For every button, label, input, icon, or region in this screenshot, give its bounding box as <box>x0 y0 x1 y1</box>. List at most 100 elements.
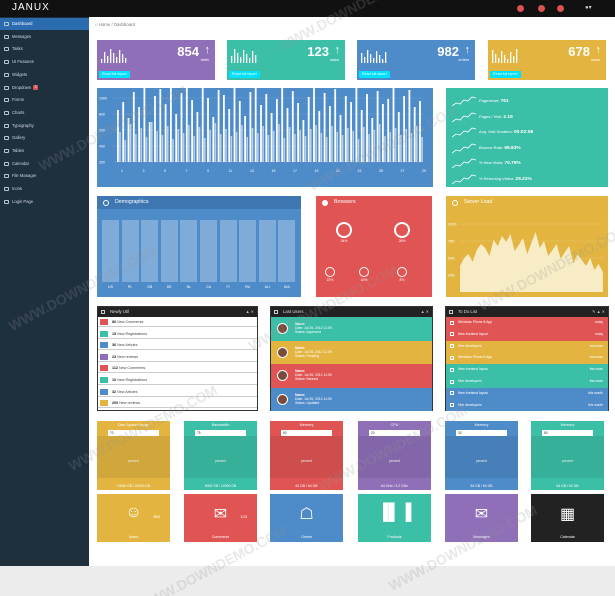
tile-products[interactable]: ▐▌▐ Products <box>358 494 431 542</box>
tile-users[interactable]: ☺ 854 Users <box>97 494 170 542</box>
sparkline-bar <box>255 55 257 63</box>
browser-percent: 16% <box>360 278 368 282</box>
sidebar-item-icons[interactable]: Icons <box>0 183 89 195</box>
checkbox[interactable] <box>450 391 454 396</box>
user-row[interactable]: Name: Date: Jul 25, 2012 11:09 Status: App… <box>271 317 432 341</box>
sidebar-item-widgets[interactable]: Widgets <box>0 69 89 81</box>
checkbox[interactable] <box>450 332 454 337</box>
todo-item[interactable]: New frontend layout this month <box>446 387 608 400</box>
x-tick-label: 15 <box>272 169 276 173</box>
checkbox[interactable] <box>450 344 454 349</box>
sidebar-item-dashboard[interactable]: Dashboard <box>0 18 89 30</box>
user-status: Status: Updated <box>295 400 320 405</box>
sidebar-item-gallery[interactable]: Gallery <box>0 132 89 144</box>
tile-calendar[interactable]: ▦ Calendar <box>531 494 604 542</box>
user-row[interactable]: Name: Date: Jul 25, 2012 11:09 Status: Ban… <box>271 364 432 388</box>
breadcrumb-home[interactable]: Home <box>99 22 110 27</box>
demographics-label: GB <box>147 285 153 289</box>
demographics-label: N/A <box>283 285 290 289</box>
todo-item[interactable]: New frontend layout this week <box>446 364 608 376</box>
brand-logo[interactable]: JANUX <box>12 2 50 13</box>
checkbox[interactable] <box>450 355 454 360</box>
list-item[interactable]: 10 New Registrations <box>98 375 257 385</box>
sidebar-item-tables[interactable]: Tables <box>0 145 89 157</box>
todo-item[interactable]: Hire developers this week <box>446 376 608 388</box>
visitors-bar <box>209 130 211 162</box>
visits-bar <box>339 115 342 162</box>
gauge-input[interactable]: 75 <box>195 430 246 436</box>
read-report-link[interactable]: Read full report <box>359 71 390 78</box>
gauge-input[interactable]: 60 <box>281 430 332 436</box>
visitors-bar <box>357 139 360 162</box>
sidebar-item-dropdown[interactable]: Dropdown 3 <box>0 82 89 94</box>
messages-icon[interactable] <box>557 5 564 12</box>
visitors-bar <box>135 134 137 162</box>
todo-item[interactable]: Hire developers this month <box>446 399 608 412</box>
site-stat-row: Pageviews: 761 <box>452 92 610 109</box>
list-item[interactable]: 36 New Articles <box>98 340 257 351</box>
visits-bar <box>170 82 172 162</box>
gauge-input[interactable]: 20 <box>369 430 420 436</box>
user-row[interactable]: Name: Date: Jul 25, 2012 11:09 Status: Upd… <box>271 387 432 411</box>
visitors-bar <box>421 137 423 162</box>
user-menu-button[interactable]: ●▾ <box>585 4 592 11</box>
list-item[interactable]: 112 New Comments <box>98 363 257 374</box>
list-item[interactable]: 23 New reviews <box>98 352 257 362</box>
todo-item[interactable]: Hire developers tomorrow <box>446 340 608 353</box>
sidebar-item-ui-features[interactable]: UI Features <box>0 56 89 68</box>
visits-bar <box>244 116 246 162</box>
gauge-title: Memory <box>474 423 489 427</box>
checkbox[interactable] <box>450 379 454 384</box>
sidebar-item-typography[interactable]: Typography <box>0 120 89 132</box>
todo-item[interactable]: New frontend layout today <box>446 328 608 341</box>
tile-comments[interactable]: ✉ 123 Comments <box>184 494 257 542</box>
visits-bar <box>323 93 326 162</box>
sidebar-item-calendar[interactable]: Calendar <box>0 158 89 170</box>
checkbox[interactable] <box>450 320 454 325</box>
sidebar-item-login-page[interactable]: Login Page <box>0 196 89 208</box>
list-item[interactable]: 32 New Articles <box>98 387 257 397</box>
settings-icon[interactable]: ✎ ▲ ✕ <box>592 307 605 317</box>
tile-orders[interactable]: ☖ Orders <box>270 494 343 542</box>
gauge-input[interactable]: 80 <box>542 430 593 436</box>
gauge-input[interactable]: 70 <box>108 430 159 436</box>
sidebar-item-charts[interactable]: Charts <box>0 107 89 119</box>
visits-bar <box>228 109 231 162</box>
gauge-unit: percent <box>389 459 400 463</box>
notification-icon[interactable] <box>538 5 545 12</box>
read-report-link[interactable]: Read full report <box>490 71 521 78</box>
sidebar-item-tasks[interactable]: Tasks <box>0 43 89 55</box>
visits-bar <box>185 87 188 162</box>
x-tick-label: 5 <box>164 169 166 173</box>
safari-icon <box>359 267 369 277</box>
checkbox[interactable] <box>450 367 454 372</box>
stat-value: 123 <box>307 44 329 59</box>
list-item[interactable]: 200 New reviews <box>98 398 257 409</box>
sparkline-line <box>452 174 476 185</box>
sidebar-item-label: Gallery <box>12 135 26 141</box>
list-item[interactable]: 15 New Registrations <box>98 329 257 339</box>
checkbox[interactable] <box>450 403 454 408</box>
tile-messages[interactable]: ✉ Messages <box>445 494 518 542</box>
sidebar-item-forms[interactable]: Forms <box>0 94 89 106</box>
gauge-input[interactable]: 30 <box>456 430 507 436</box>
sidebar-item-file-manager[interactable]: File Manager <box>0 170 89 182</box>
envelope-icon <box>4 34 9 39</box>
todo-item[interactable]: Windows Phone 8 App today <box>446 317 608 329</box>
gauge-unit: percent <box>128 459 139 463</box>
collapse-icon[interactable]: ▲ ✕ <box>421 307 429 317</box>
font-icon <box>4 123 9 128</box>
todo-item[interactable]: Windows Phone 8 App tomorrow <box>446 352 608 365</box>
list-item[interactable]: 80 New Comments <box>98 317 257 327</box>
sidebar-item-messages[interactable]: Messages <box>0 31 89 43</box>
collapse-icon[interactable]: ▲ ✕ <box>246 307 254 317</box>
read-report-link[interactable]: Read full report <box>229 71 260 78</box>
read-report-link[interactable]: Read full report <box>99 71 130 78</box>
sparkline-line <box>452 112 476 122</box>
warning-icon[interactable] <box>517 5 524 12</box>
user-row[interactable]: Name: Date: Jul 25, 2012 11:09 Status: Pen… <box>271 340 432 364</box>
visits-bar <box>143 84 146 162</box>
todo-text: Hire developers <box>458 343 482 348</box>
x-tick-label: 13 <box>250 169 254 173</box>
x-tick-label: 19 <box>315 169 319 173</box>
